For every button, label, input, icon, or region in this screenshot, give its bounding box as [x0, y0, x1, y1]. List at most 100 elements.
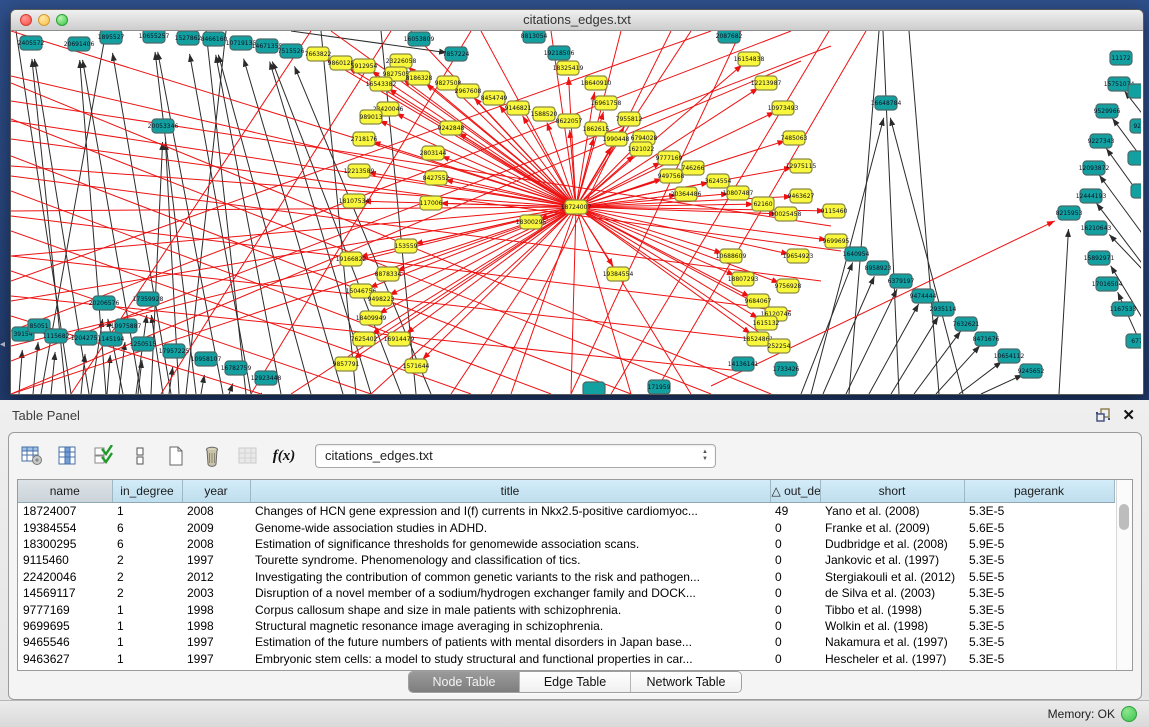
graph-node[interactable]: 9756928 [775, 279, 802, 293]
graph-node[interactable]: 9684067 [745, 294, 772, 308]
close-panel-icon[interactable]: ✕ [1122, 406, 1135, 424]
column-header-year[interactable]: year [182, 480, 250, 503]
table-cell[interactable]: 0 [770, 618, 820, 634]
graph-node[interactable]: 8958923 [865, 261, 892, 275]
graph-node[interactable]: 7625402 [351, 332, 378, 346]
graph-node[interactable]: 20691406 [64, 37, 95, 51]
table-cell[interactable]: 0 [770, 536, 820, 552]
graph-node[interactable]: 8186328 [406, 71, 433, 85]
graph-node[interactable]: 9529966 [1094, 104, 1121, 118]
table-row[interactable]: 1456911722003Disruption of a novel membe… [18, 585, 1114, 601]
graph-node[interactable]: 23226058 [386, 54, 417, 68]
table-cell[interactable]: 9699695 [18, 618, 112, 634]
graph-node[interactable]: 8622057 [556, 114, 583, 128]
graph-node[interactable]: 1895527 [98, 31, 125, 44]
graph-node[interactable]: 9242848 [438, 121, 465, 135]
graph-node[interactable]: 2967608 [455, 84, 482, 98]
graph-node[interactable]: 153559 [395, 239, 418, 253]
graph-node[interactable]: 17957225 [159, 344, 190, 358]
graph-node[interactable]: 10958107 [191, 352, 222, 366]
graph-node[interactable]: 10654112 [994, 349, 1025, 363]
table-row[interactable]: 1872400712008Changes of HCN gene express… [18, 503, 1114, 520]
graph-node[interactable]: 9245652 [1018, 364, 1045, 378]
graph-node[interactable]: 2718176 [351, 132, 378, 146]
graph-node[interactable]: 8454749 [481, 91, 508, 105]
table-cell[interactable]: 5.3E-5 [964, 651, 1114, 667]
table-cell[interactable]: 0 [770, 634, 820, 650]
table-cell[interactable]: 9465546 [18, 634, 112, 650]
graph-node[interactable]: 18107534 [339, 194, 370, 208]
graph-node[interactable] [583, 382, 605, 394]
table-cell[interactable]: 14569117 [18, 585, 112, 601]
graph-node[interactable]: 8878334 [375, 267, 402, 281]
table-row[interactable]: 1830029562008Estimation of significance … [18, 536, 1114, 552]
table-header-row[interactable]: namein_degreeyeartitle△ out_de...shortpa… [18, 480, 1114, 503]
graph-node[interactable]: 18807293 [728, 272, 759, 286]
graph-node[interactable]: 10025458 [771, 207, 802, 221]
graph-node[interactable]: 7485063 [781, 131, 808, 145]
table-cell[interactable]: 1 [112, 503, 182, 520]
graph-node[interactable]: 3624554 [705, 174, 732, 188]
table-cell[interactable]: Investigating the contribution of common… [250, 569, 770, 585]
graph-node[interactable]: 989013 [360, 110, 383, 124]
table-cell[interactable]: Tourette syndrome. Phenomenology and cla… [250, 552, 770, 568]
graph-node[interactable]: 19384554 [603, 267, 634, 281]
table-row[interactable]: 2242004622012Investigating the contribut… [18, 569, 1114, 585]
table-cell[interactable]: Wolkin et al. (1998) [820, 618, 964, 634]
graph-node[interactable]: 17359928 [133, 292, 164, 306]
table-row[interactable]: 1938455462009Genome-wide association stu… [18, 519, 1114, 535]
graph-node[interactable]: 1115682 [43, 329, 70, 343]
graph-node[interactable]: 15892971 [1084, 251, 1115, 265]
network-canvas-wrap[interactable]: 2405572206914061895527106552571527862846… [11, 31, 1143, 394]
graph-node[interactable]: 9498223 [368, 292, 395, 306]
graph-node[interactable]: 12213589 [344, 164, 375, 178]
table-cell[interactable]: Embryonic stem cells: a model to study s… [250, 651, 770, 667]
table-cell[interactable]: 6 [112, 519, 182, 535]
table-cell[interactable]: 9463627 [18, 651, 112, 667]
table-cell[interactable]: 18300295 [18, 536, 112, 552]
table-cell[interactable]: Tibbo et al. (1998) [820, 601, 964, 617]
graph-node[interactable]: 10807487 [723, 186, 754, 200]
graph-node[interactable]: 9227343 [1088, 134, 1115, 148]
graph-node[interactable]: 1145194 [98, 332, 125, 346]
graph-node[interactable]: 1588520 [531, 107, 558, 121]
graph-node[interactable]: 9463627 [788, 189, 815, 203]
table-cell[interactable]: 5.6E-5 [964, 519, 1114, 535]
tab-edge-table[interactable]: Edge Table [520, 672, 631, 692]
graph-node[interactable]: 16210643 [1081, 221, 1112, 235]
table-cell[interactable]: 5.9E-5 [964, 536, 1114, 552]
graph-node[interactable]: 12213987 [751, 76, 782, 90]
graph-node[interactable]: 9146821 [505, 101, 532, 115]
table-cell[interactable]: Changes of HCN gene expression and I(f) … [250, 503, 770, 520]
graph-node[interactable]: 16914479 [384, 332, 415, 346]
graph-node[interactable]: 8466160 [201, 32, 228, 46]
graph-node[interactable]: 18640910 [581, 76, 612, 90]
table-cell[interactable]: 5.3E-5 [964, 503, 1114, 520]
table-mode-button[interactable] [19, 443, 45, 469]
column-header-in_degree[interactable]: in_degree [112, 480, 182, 503]
table-cell[interactable]: 0 [770, 601, 820, 617]
graph-node[interactable]: 62160 [752, 197, 774, 211]
graph-node[interactable]: 16648784 [871, 96, 902, 110]
table-cell[interactable]: 49 [770, 503, 820, 520]
graph-node[interactable]: 8215953 [1056, 206, 1083, 220]
select-all-button[interactable] [91, 443, 117, 469]
graph-node[interactable]: 9777169 [656, 151, 683, 165]
graph-node[interactable]: 117006 [420, 196, 443, 210]
graph-node[interactable]: 9699695 [823, 234, 850, 248]
table-cell[interactable]: 19384554 [18, 519, 112, 535]
graph-node[interactable]: 2087682 [716, 31, 743, 43]
table-cell[interactable]: 0 [770, 519, 820, 535]
column-header-short[interactable]: short [820, 480, 964, 503]
table-cell[interactable]: Corpus callosum shape and size in male p… [250, 601, 770, 617]
graph-node[interactable]: 1250515 [130, 337, 157, 351]
table-cell[interactable]: Structural magnetic resonance image aver… [250, 618, 770, 634]
graph-node[interactable]: 7632621 [953, 317, 980, 331]
graph-node[interactable]: 10688609 [716, 249, 747, 263]
table-cell[interactable]: Genome-wide association studies in ADHD. [250, 519, 770, 535]
table-cell[interactable]: 2008 [182, 503, 250, 520]
graph-node[interactable]: 18409949 [356, 311, 387, 325]
tab-network-table[interactable]: Network Table [631, 672, 741, 692]
table-row[interactable]: 946554611997Estimation of the future num… [18, 634, 1114, 650]
table-row[interactable]: 977716911998Corpus callosum shape and si… [18, 601, 1114, 617]
